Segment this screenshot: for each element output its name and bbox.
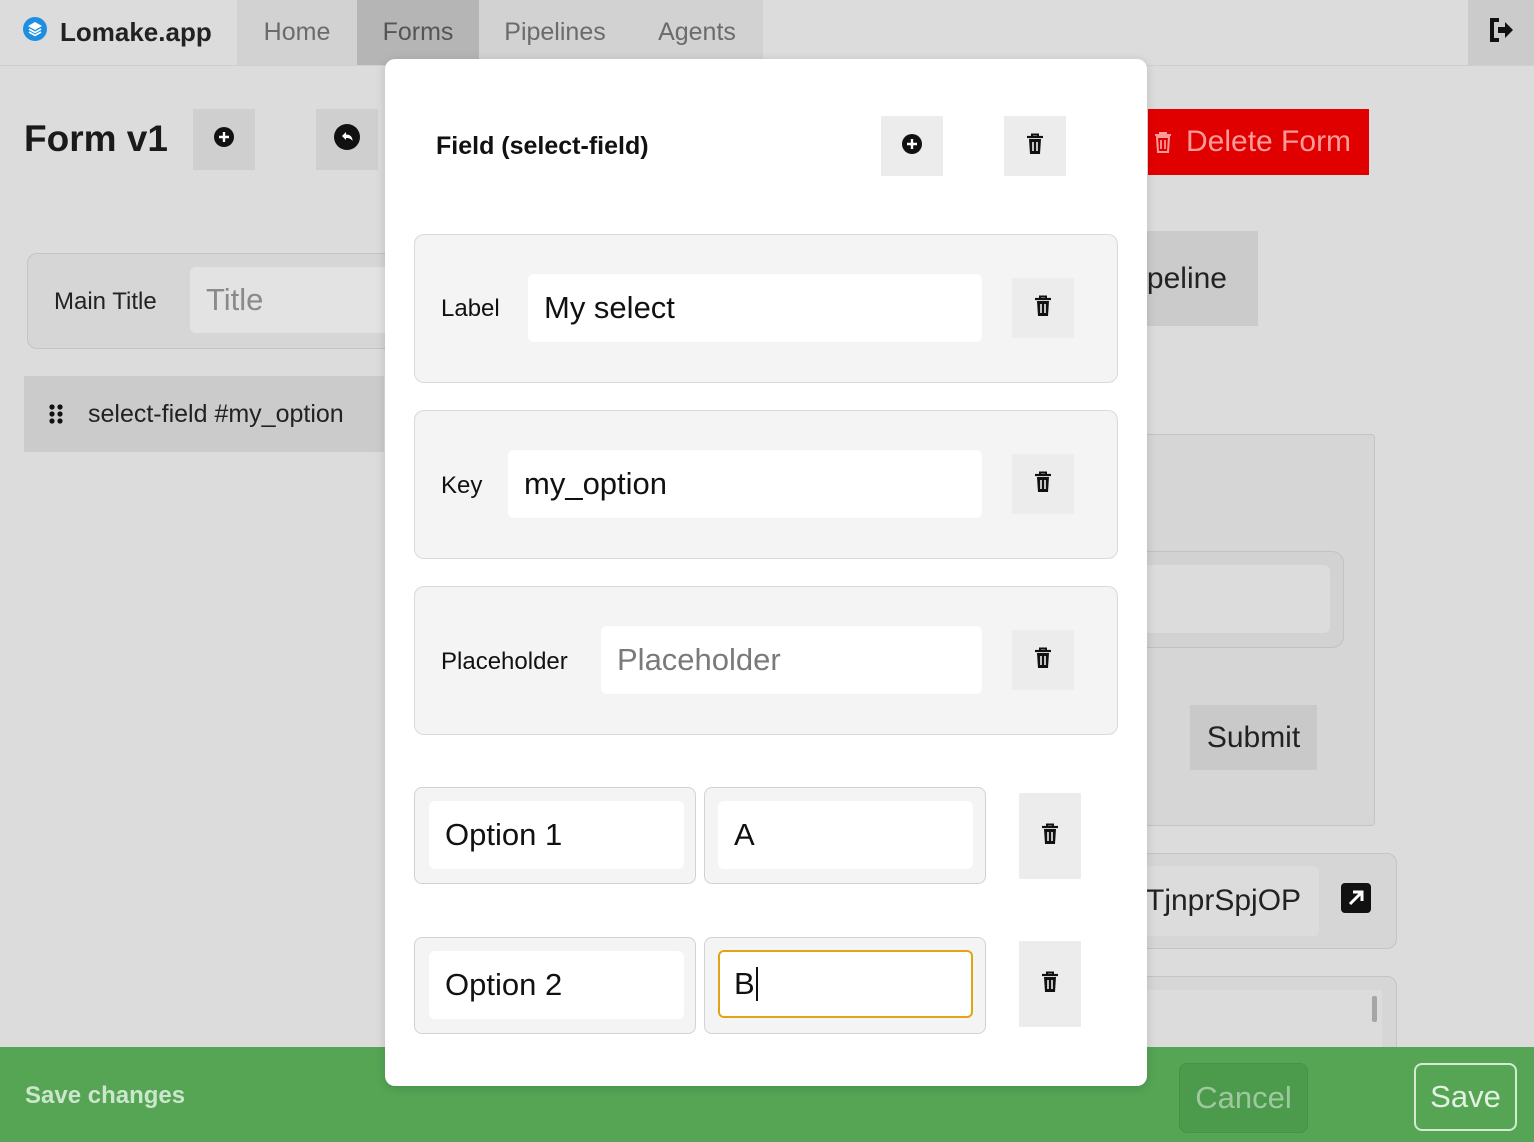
trash-icon xyxy=(1034,471,1052,498)
placeholder-input[interactable]: Placeholder xyxy=(601,626,982,694)
field-editor-modal xyxy=(385,59,1147,1086)
field-list-item-label: select-field #my_option xyxy=(88,399,344,428)
brand-name: Lomake.app xyxy=(60,16,212,47)
delete-form-button[interactable]: Delete Form xyxy=(1148,109,1369,175)
add-field-button[interactable] xyxy=(193,109,255,170)
save-button[interactable]: Save xyxy=(1414,1063,1517,1131)
undo-button[interactable] xyxy=(316,109,378,170)
nav-tab-pipelines[interactable]: Pipelines xyxy=(479,0,631,65)
top-nav xyxy=(0,0,1534,66)
embed-scrollbar[interactable] xyxy=(1372,996,1377,1022)
main-title-label: Main Title xyxy=(54,288,157,315)
delete-placeholder-button[interactable] xyxy=(1012,630,1074,690)
label-input[interactable]: My select xyxy=(528,274,982,342)
option-value-input[interactable]: B xyxy=(718,950,973,1018)
open-link-button[interactable] xyxy=(1340,882,1372,919)
delete-label-button[interactable] xyxy=(1012,278,1074,338)
delete-option-button[interactable] xyxy=(1019,793,1081,879)
logout-icon xyxy=(1486,15,1516,50)
add-option-button[interactable] xyxy=(881,116,943,176)
property-label-label: Label xyxy=(441,295,500,322)
option-label-input[interactable]: Option 1 xyxy=(429,801,684,869)
option-label-input[interactable]: Option 2 xyxy=(429,951,684,1019)
option-value-text: B xyxy=(734,966,755,1001)
drag-handle-icon[interactable] xyxy=(48,403,64,425)
delete-key-button[interactable] xyxy=(1012,454,1074,514)
brand[interactable]: Lomake.app xyxy=(22,16,212,48)
field-list-item[interactable]: select-field #my_option xyxy=(24,376,384,452)
undo-circle-icon xyxy=(333,123,361,156)
trash-icon xyxy=(1041,971,1059,998)
nav-tab-home[interactable]: Home xyxy=(237,0,357,65)
key-input[interactable]: my_option xyxy=(508,450,982,518)
delete-option-button[interactable] xyxy=(1019,941,1081,1027)
cancel-button[interactable]: Cancel xyxy=(1179,1063,1308,1133)
plus-circle-icon xyxy=(901,133,923,160)
text-caret xyxy=(755,967,758,1001)
layers-icon xyxy=(22,16,48,49)
save-bar-label: Save changes xyxy=(25,1082,186,1109)
trash-icon xyxy=(1034,647,1052,674)
form-title: Form v1 xyxy=(24,118,168,159)
property-placeholder-label: Placeholder xyxy=(441,648,568,675)
logout-button[interactable] xyxy=(1468,0,1534,65)
share-link-text: TjnprSpjOP xyxy=(1146,884,1302,917)
delete-form-label: Delete Form xyxy=(1186,125,1352,158)
trash-icon xyxy=(1154,131,1172,153)
option-value-input[interactable]: A xyxy=(718,801,973,869)
trash-icon xyxy=(1026,133,1044,160)
trash-icon xyxy=(1041,823,1059,850)
nav-tab-forms[interactable]: Forms xyxy=(357,0,479,65)
delete-field-button[interactable] xyxy=(1004,116,1066,176)
trash-icon xyxy=(1034,295,1052,322)
nav-tab-agents[interactable]: Agents xyxy=(631,0,763,65)
property-key-label: Key xyxy=(441,472,483,499)
preview-submit-button[interactable]: Submit xyxy=(1190,705,1317,770)
modal-title: Field (select-field) xyxy=(436,132,649,160)
main-title-input[interactable]: Title xyxy=(190,267,410,333)
external-link-icon xyxy=(1340,883,1372,918)
plus-circle-icon xyxy=(213,126,235,153)
